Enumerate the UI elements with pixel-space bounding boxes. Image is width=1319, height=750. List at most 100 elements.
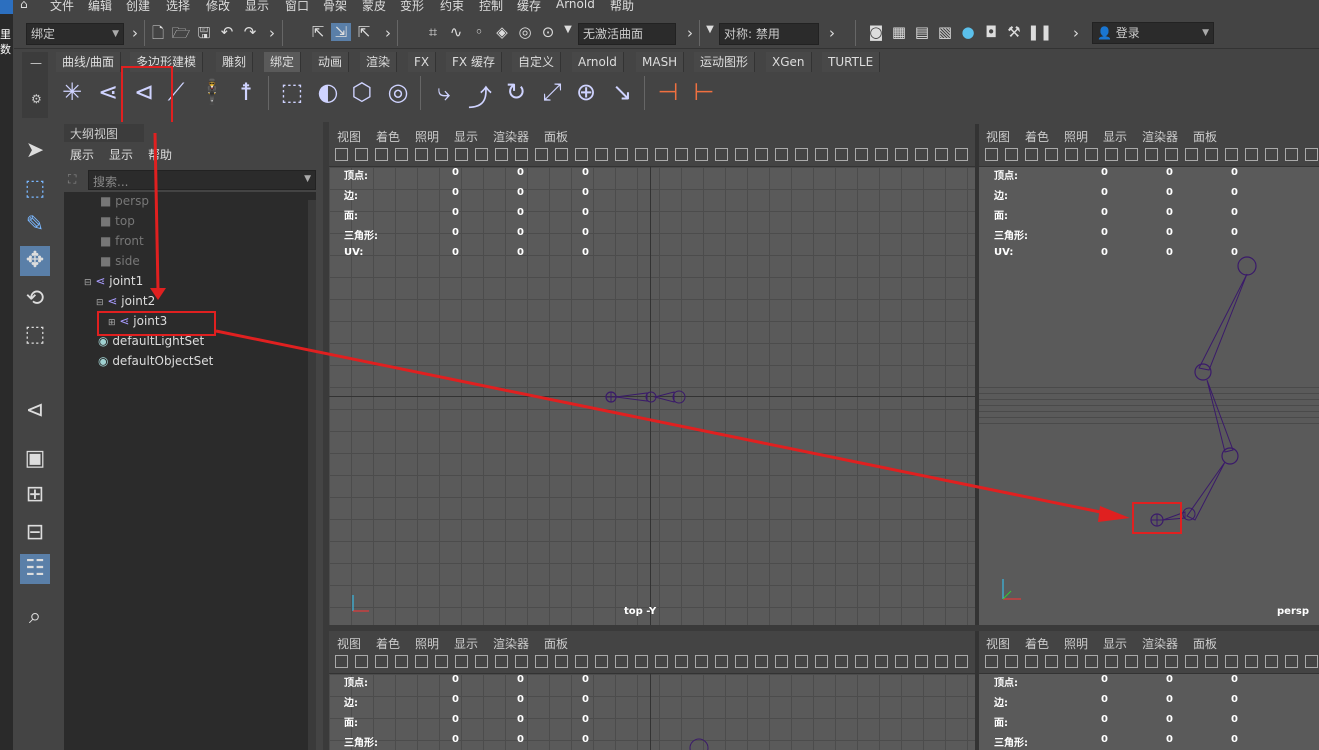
viewport-tool-icon[interactable]	[875, 655, 888, 668]
single-pane-icon[interactable]: ▣	[20, 444, 50, 474]
chevron-down-icon[interactable]: ▼	[700, 24, 720, 35]
viewport-tool-icon[interactable]	[935, 655, 948, 668]
viewport-tool-icon[interactable]	[815, 148, 828, 161]
viewport-tool-icon[interactable]	[375, 148, 388, 161]
viewport-tool-icon[interactable]	[1045, 148, 1058, 161]
menu-window[interactable]: 窗口	[285, 0, 309, 13]
vp-menu-view[interactable]: 视图	[986, 128, 1010, 145]
snap-view-icon[interactable]: ◈	[492, 23, 512, 41]
two-pane-icon[interactable]: ⊟	[20, 518, 50, 548]
viewport-tool-icon[interactable]	[575, 148, 588, 161]
outliner-item-side[interactable]: ■ side	[100, 254, 140, 268]
viewport-tool-icon[interactable]	[875, 148, 888, 161]
move-tool-icon[interactable]: ✥	[20, 246, 50, 276]
four-pane-icon[interactable]: ⊞	[20, 480, 50, 510]
viewport-tool-icon[interactable]	[695, 655, 708, 668]
scale-constraint-icon[interactable]: ⤢	[536, 78, 568, 106]
vp-menu-shading[interactable]: 着色	[376, 635, 400, 652]
pause-icon[interactable]: ❚❚	[1027, 23, 1052, 41]
viewport-tool-icon[interactable]	[675, 655, 688, 668]
outliner-layout-icon[interactable]: ☷	[20, 554, 50, 584]
viewport-tool-icon[interactable]	[755, 655, 768, 668]
menu-constrain[interactable]: 约束	[440, 0, 464, 13]
viewport-tool-icon[interactable]	[595, 655, 608, 668]
viewport-tool-icon[interactable]	[735, 148, 748, 161]
viewport-tool-icon[interactable]	[735, 655, 748, 668]
viewport-tool-icon[interactable]	[955, 148, 968, 161]
viewport-tool-icon[interactable]	[1085, 655, 1098, 668]
menu-control[interactable]: 控制	[479, 0, 503, 13]
viewport-tool-icon[interactable]	[1005, 655, 1018, 668]
collapse-arrow-icon[interactable]: ›	[125, 24, 145, 42]
lasso-tool-icon[interactable]: ⬚	[20, 174, 50, 204]
select-object-icon[interactable]: ⇲	[331, 23, 351, 41]
collapse-arrow-icon[interactable]: ›	[262, 24, 282, 42]
arnold-render-icon[interactable]: ◘	[981, 23, 1001, 41]
menu-display[interactable]: 显示	[245, 0, 269, 13]
point-constraint-icon[interactable]: ⤴	[464, 78, 496, 113]
viewport-tool-icon[interactable]	[635, 655, 648, 668]
viewport-tool-icon[interactable]	[1105, 655, 1118, 668]
outliner-menu-display[interactable]: 显示	[109, 146, 133, 163]
vp-menu-view[interactable]: 视图	[986, 635, 1010, 652]
viewport-tool-icon[interactable]	[415, 655, 428, 668]
bind-skin-icon[interactable]: ⬚	[276, 78, 308, 106]
vp-menu-show[interactable]: 显示	[1103, 635, 1127, 652]
viewport-tool-icon[interactable]	[1285, 655, 1298, 668]
viewport-tool-icon[interactable]	[795, 148, 808, 161]
viewport-tool-icon[interactable]	[1265, 655, 1278, 668]
vp-menu-renderer[interactable]: 渲染器	[493, 128, 529, 145]
vp-menu-view[interactable]: 视图	[337, 128, 361, 145]
hypershade-icon[interactable]: ●	[958, 23, 978, 41]
viewport-tool-icon[interactable]	[855, 148, 868, 161]
shelf-menu-icon[interactable]: —	[30, 56, 42, 70]
vp-menu-show[interactable]: 显示	[454, 635, 478, 652]
vp-menu-show[interactable]: 显示	[454, 128, 478, 145]
viewport-tool-icon[interactable]	[455, 655, 468, 668]
vp-menu-shading[interactable]: 着色	[1025, 635, 1049, 652]
menu-file[interactable]: 文件	[50, 0, 74, 13]
vp-menu-renderer[interactable]: 渲染器	[1142, 128, 1178, 145]
vp-menu-lighting[interactable]: 照明	[1064, 128, 1088, 145]
viewport-tool-icon[interactable]	[515, 148, 528, 161]
vp-menu-show[interactable]: 显示	[1103, 128, 1127, 145]
viewport-tool-icon[interactable]	[1205, 148, 1218, 161]
menu-edit[interactable]: 编辑	[88, 0, 112, 13]
viewport-tool-icon[interactable]	[1065, 148, 1078, 161]
viewport-tool-icon[interactable]	[655, 655, 668, 668]
menu-select[interactable]: 选择	[166, 0, 190, 13]
viewport-tool-icon[interactable]	[395, 148, 408, 161]
outliner-item-joint1[interactable]: ⊟ ⋖ joint1	[84, 274, 143, 288]
viewport-tool-icon[interactable]	[835, 148, 848, 161]
vp-menu-lighting[interactable]: 照明	[415, 128, 439, 145]
ipr-render-icon[interactable]: ▤	[912, 23, 932, 41]
expand-icon[interactable]: ⊟	[96, 298, 104, 308]
vp-menu-lighting[interactable]: 照明	[1064, 635, 1088, 652]
cluster-icon[interactable]: ◎	[382, 78, 414, 106]
viewport-tool-icon[interactable]	[475, 148, 488, 161]
viewport-tool-icon[interactable]	[1225, 148, 1238, 161]
shelf-tab-fxcache[interactable]: FX 缓存	[446, 52, 502, 72]
shelf-tab-turtle[interactable]: TURTLE	[822, 52, 881, 72]
viewport-tool-icon[interactable]	[985, 655, 998, 668]
outliner-search[interactable]: 搜索... ▼	[88, 170, 316, 190]
save-scene-icon[interactable]: 🖫	[194, 23, 214, 48]
viewport-tool-icon[interactable]	[535, 655, 548, 668]
collapse-arrow-icon[interactable]: ›	[680, 24, 700, 42]
pole-vector-icon[interactable]: ↘	[606, 78, 638, 106]
render-view-icon[interactable]: ◙	[866, 23, 886, 41]
viewport-tool-icon[interactable]	[1245, 655, 1258, 668]
live-surface-field[interactable]: 无激活曲面	[578, 23, 676, 45]
shelf-tab-custom[interactable]: 自定义	[512, 52, 562, 72]
quick-rig-icon[interactable]: ☨	[230, 78, 262, 106]
shelf-tab-motiongraphics[interactable]: 运动图形	[694, 52, 756, 72]
render-frame-icon[interactable]: ▦	[889, 23, 909, 41]
viewport-tool-icon[interactable]	[1185, 655, 1198, 668]
viewport-tool-icon[interactable]	[435, 655, 448, 668]
vp-menu-shading[interactable]: 着色	[376, 128, 400, 145]
shelf-tab-mash[interactable]: MASH	[636, 52, 685, 72]
viewport-tool-icon[interactable]	[395, 655, 408, 668]
viewport-tool-icon[interactable]	[355, 655, 368, 668]
filter-icon[interactable]: ⛶	[68, 172, 76, 187]
shelf-tab-rigging[interactable]: 绑定	[264, 52, 302, 72]
